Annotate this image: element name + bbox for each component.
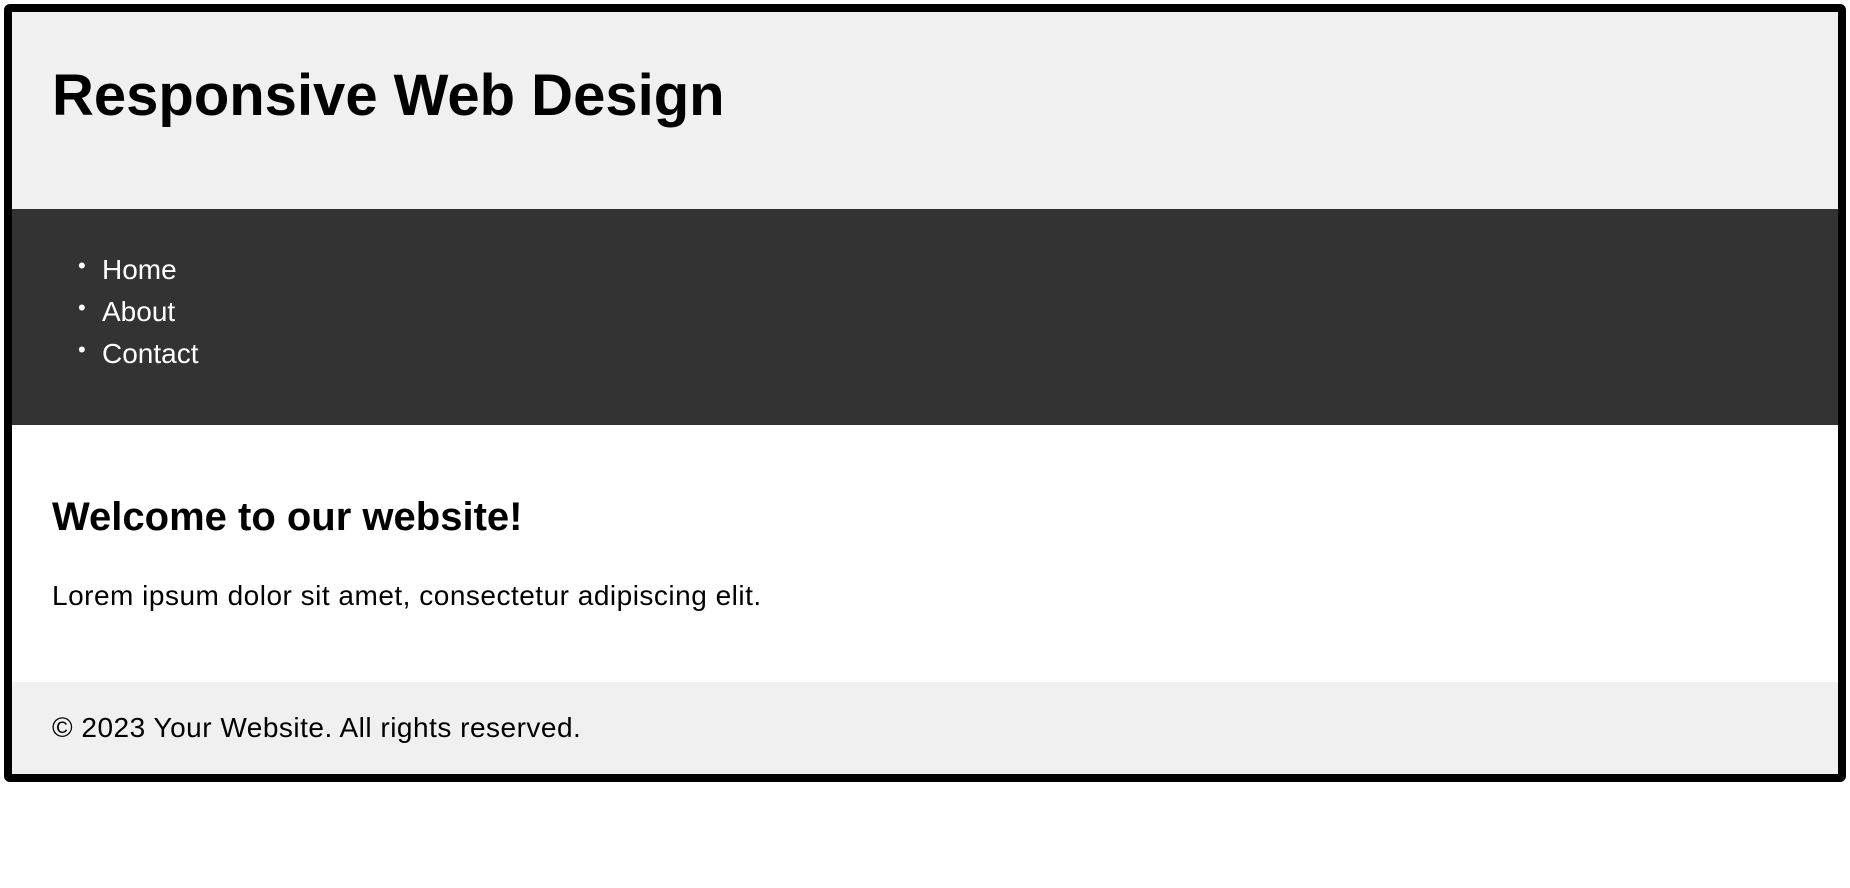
nav-link-home[interactable]: Home bbox=[102, 254, 177, 285]
nav-item-about[interactable]: About bbox=[102, 291, 1798, 333]
nav-item-contact[interactable]: Contact bbox=[102, 333, 1798, 375]
nav-link-contact[interactable]: Contact bbox=[102, 338, 199, 369]
nav-link-about[interactable]: About bbox=[102, 296, 175, 327]
nav-list: Home About Contact bbox=[52, 249, 1798, 375]
welcome-heading: Welcome to our website! bbox=[52, 495, 1798, 540]
page-title: Responsive Web Design bbox=[52, 62, 1798, 129]
page-footer: © 2023 Your Website. All rights reserved… bbox=[12, 682, 1838, 774]
welcome-paragraph: Lorem ipsum dolor sit amet, consectetur … bbox=[52, 580, 1798, 612]
main-nav: Home About Contact bbox=[12, 209, 1838, 425]
page-container: Responsive Web Design Home About Contact… bbox=[4, 4, 1846, 782]
main-content: Welcome to our website! Lorem ipsum dolo… bbox=[12, 425, 1838, 682]
nav-item-home[interactable]: Home bbox=[102, 249, 1798, 291]
footer-text: © 2023 Your Website. All rights reserved… bbox=[52, 712, 1798, 744]
page-header: Responsive Web Design bbox=[12, 12, 1838, 209]
